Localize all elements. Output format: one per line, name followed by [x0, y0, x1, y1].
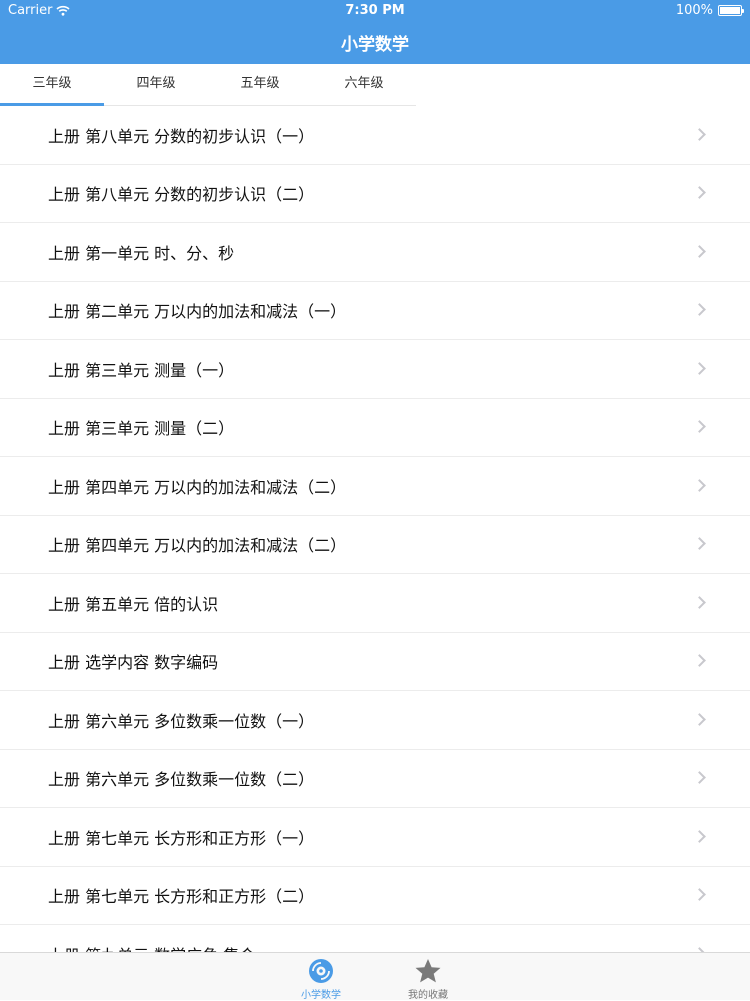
chevron-right-icon — [693, 654, 706, 668]
lesson-title: 上册 第九单元 数学广角 集合 — [48, 942, 255, 952]
chevron-right-icon — [693, 771, 706, 785]
lesson-title: 上册 第一单元 时、分、秒 — [48, 243, 235, 263]
bottom-tab-bar: 小学数学 我的收藏 — [0, 952, 750, 1001]
chevron-right-icon — [693, 127, 706, 141]
lesson-title: 上册 第八单元 分数的初步认识（一） — [48, 126, 315, 146]
lesson-row[interactable]: 上册 第八单元 分数的初步认识（一） — [0, 106, 750, 165]
lesson-row[interactable]: 上册 第七单元 长方形和正方形（一） — [0, 808, 750, 867]
lesson-list[interactable]: 上册 第八单元 分数的初步认识（一） 上册 第八单元 分数的初步认识（二） 上册 第… — [0, 106, 750, 952]
lesson-title: 上册 第七单元 长方形和正方形（二） — [48, 887, 315, 907]
tab-bar-label: 小学数学 — [301, 990, 341, 1001]
chevron-right-icon — [693, 537, 706, 551]
lesson-title: 上册 第四单元 万以内的加法和减法（二） — [48, 477, 347, 497]
tab-bar-item-math[interactable]: 小学数学 — [286, 955, 356, 1001]
lesson-title: 上册 第四单元 万以内的加法和减法（二） — [48, 536, 347, 556]
tab-grade-4[interactable]: 四年级 — [104, 64, 208, 105]
battery-indicator: 100% — [675, 3, 744, 18]
chevron-right-icon — [693, 595, 706, 609]
tab-grade-3[interactable]: 三年级 — [0, 64, 104, 106]
lesson-title: 上册 第六单元 多位数乘一位数（二） — [48, 770, 315, 790]
lesson-title: 上册 第三单元 测量（二） — [48, 419, 235, 439]
lesson-title: 上册 选学内容 数字编码 — [48, 653, 219, 673]
chevron-right-icon — [693, 712, 706, 726]
status-bar: Carrier 7:30 PM 100% — [0, 0, 750, 22]
page-title: 小学数学 — [341, 35, 409, 55]
lesson-row[interactable]: 上册 第六单元 多位数乘一位数（一） — [0, 691, 750, 750]
lesson-row[interactable]: 上册 选学内容 数字编码 — [0, 633, 750, 691]
lesson-row[interactable]: 上册 第八单元 分数的初步认识（二） — [0, 165, 750, 223]
status-time: 7:30 PM — [345, 3, 405, 18]
lesson-row[interactable]: 上册 第三单元 测量（一） — [0, 340, 750, 399]
lesson-title: 上册 第二单元 万以内的加法和减法（一） — [48, 302, 347, 322]
chevron-right-icon — [693, 244, 706, 258]
tab-bar-item-favorites[interactable]: 我的收藏 — [393, 955, 463, 1001]
lesson-row[interactable]: 上册 第五单元 倍的认识 — [0, 574, 750, 633]
tab-grade-6[interactable]: 六年级 — [312, 64, 416, 105]
battery-percent: 100% — [675, 3, 713, 18]
tab-bar-label: 我的收藏 — [408, 990, 448, 1001]
lesson-row[interactable]: 上册 第四单元 万以内的加法和减法（二） — [0, 516, 750, 574]
lesson-title: 上册 第五单元 倍的认识 — [48, 594, 219, 614]
lesson-row[interactable]: 上册 第三单元 测量（二） — [0, 399, 750, 457]
lesson-row[interactable]: 上册 第二单元 万以内的加法和减法（一） — [0, 282, 750, 340]
star-icon — [414, 957, 442, 985]
grade-tabs: 三年级 四年级 五年级 六年级 — [0, 64, 416, 106]
lesson-row[interactable]: 上册 第七单元 长方形和正方形（二） — [0, 867, 750, 925]
lesson-title: 上册 第八单元 分数的初步认识（二） — [48, 185, 315, 205]
lesson-row[interactable]: 上册 第四单元 万以内的加法和减法（二） — [0, 457, 750, 516]
tab-grade-5[interactable]: 五年级 — [208, 64, 312, 105]
battery-icon — [718, 5, 744, 16]
lesson-title: 上册 第三单元 测量（一） — [48, 360, 235, 380]
lesson-row[interactable]: 上册 第一单元 时、分、秒 — [0, 223, 750, 282]
chevron-right-icon — [693, 303, 706, 317]
lesson-title: 上册 第七单元 长方形和正方形（一） — [48, 828, 315, 848]
navigation-bar: Carrier 7:30 PM 100% 小学数学 — [0, 0, 750, 64]
chevron-right-icon — [693, 829, 706, 843]
chevron-right-icon — [693, 361, 706, 375]
lesson-row[interactable]: 上册 第九单元 数学广角 集合 — [0, 925, 750, 952]
chevron-right-icon — [693, 888, 706, 902]
disc-icon — [307, 957, 335, 985]
chevron-right-icon — [693, 186, 706, 200]
chevron-right-icon — [693, 420, 706, 434]
lesson-title: 上册 第六单元 多位数乘一位数（一） — [48, 711, 315, 731]
chevron-right-icon — [693, 478, 706, 492]
lesson-row[interactable]: 上册 第六单元 多位数乘一位数（二） — [0, 750, 750, 808]
